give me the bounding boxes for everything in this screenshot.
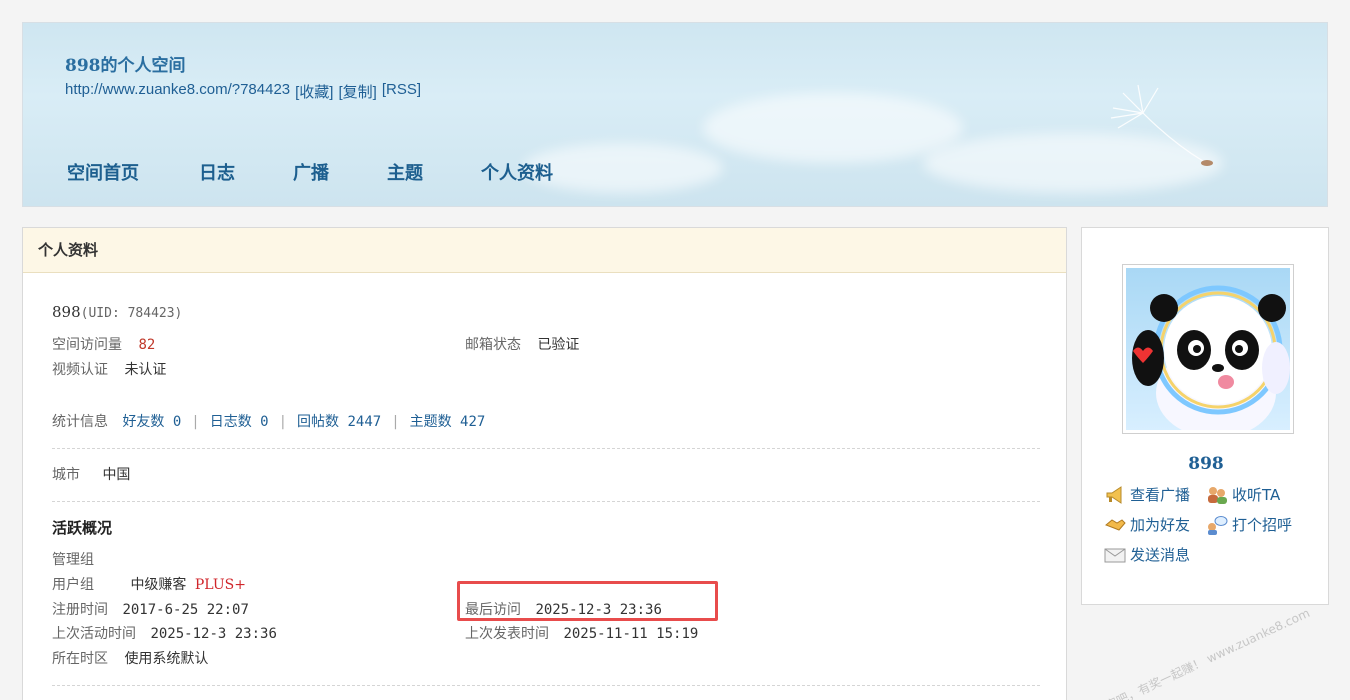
say-hello-action[interactable]: 打个招呼 [1206,514,1292,535]
profile-panel: 个人资料 898(UID: 784423) 空间访问量 82 邮箱状态 已验证 … [22,227,1067,700]
section-divider [52,448,1040,449]
nav-space-home[interactable]: 空间首页 [67,159,139,185]
users-follow-icon [1206,485,1228,505]
sidebar-username[interactable]: 898 [1082,454,1330,474]
rss-link[interactable]: [RSS] [382,81,421,102]
email-value: 已验证 [537,337,580,353]
user-group-row: 用户组 中级赚客 PLUS+ [52,574,246,594]
stats-row: 统计信息 好友数 0 | 日志数 0 | 回帖数 2447 | 主题数 427 [52,411,485,431]
city-row: 城市 中国 [52,464,130,484]
nav-profile[interactable]: 个人资料 [481,159,553,185]
user-group-label: 用户组 [52,577,94,593]
city-label: 城市 [52,467,80,483]
copy-link[interactable]: [复制] [338,81,376,102]
reg-time-value: 2017-6-25 22:07 [122,602,249,618]
cloud-decoration [523,143,723,193]
visits-label: 空间访问量 [52,337,122,353]
follow-action[interactable]: 收听TA [1206,484,1280,505]
avatar-image [1126,268,1290,430]
admin-group-label: 管理组 [52,552,94,568]
last-active-label: 上次活动时间 [52,626,136,642]
threads-count-link[interactable]: 主题数 427 [410,414,486,430]
section-divider [52,501,1040,502]
reg-time-label: 注册时间 [52,602,108,618]
view-broadcast-action[interactable]: 查看广播 [1104,484,1190,505]
timezone-label: 所在时区 [52,651,108,667]
divider: | [391,414,400,430]
timezone-row: 所在时区 使用系统默认 [52,648,208,668]
site-watermark: 赚客吧，有奖一起赚！ www.zuanke8.com [1092,605,1313,700]
envelope-icon [1104,545,1126,565]
follow-label: 收听TA [1232,486,1281,504]
space-nav: 空间首页 日志 广播 主题 个人资料 [67,159,553,185]
visits-value: 82 [138,337,156,353]
space-header-banner: 898的个人空间 http://www.zuanke8.com/?784423 … [22,22,1328,207]
email-row: 邮箱状态 已验证 [465,334,579,354]
avatar[interactable] [1122,264,1294,434]
user-group-value[interactable]: 中级赚客 [130,577,186,593]
nav-blog[interactable]: 日志 [199,159,235,185]
email-label: 邮箱状态 [465,337,521,353]
activity-title: 活跃概况 [52,519,113,537]
video-value: 未认证 [124,362,167,378]
blogs-count-link[interactable]: 日志数 0 [210,414,269,430]
video-row: 视频认证 未认证 [52,359,166,379]
space-title: 898的个人空间 [65,56,186,76]
reg-time-row: 注册时间 2017-6-25 22:07 [52,599,249,619]
space-url-line: http://www.zuanke8.com/?784423 [收藏] [复制]… [65,81,421,102]
replies-count-link[interactable]: 回帖数 2447 [297,414,381,430]
say-hello-label: 打个招呼 [1232,516,1293,534]
megaphone-icon [1104,485,1126,505]
stats-label: 统计信息 [52,414,108,430]
cloud-decoration [703,93,963,163]
user-identity: 898(UID: 784423) [52,303,182,321]
divider: | [278,414,288,430]
add-friend-action[interactable]: 加为好友 [1104,514,1190,535]
favorite-link[interactable]: [收藏] [295,81,333,102]
view-broadcast-label: 查看广播 [1130,486,1191,504]
city-value: 中国 [102,467,131,483]
profile-panel-title: 个人资料 [23,228,1066,273]
handshake-icon [1104,515,1126,535]
last-active-value: 2025-12-3 23:36 [150,626,277,642]
user-uid: (UID: 784423) [80,306,183,321]
add-friend-label: 加为好友 [1130,516,1191,534]
send-message-label: 发送消息 [1130,546,1191,564]
send-message-action[interactable]: 发送消息 [1104,544,1190,565]
last-post-value: 2025-11-11 15:19 [563,626,699,642]
visits-row: 空间访问量 82 [52,334,155,354]
nav-broadcast[interactable]: 广播 [293,159,329,185]
panda-avatar-illustration [1132,285,1290,430]
last-post-label: 上次发表时间 [465,626,549,642]
last-active-row: 上次活动时间 2025-12-3 23:36 [52,623,277,643]
dandelion-decoration [1110,84,1213,166]
timezone-value: 使用系统默认 [124,651,209,667]
nav-threads[interactable]: 主题 [387,159,423,185]
user-name: 898 [52,303,81,321]
greet-bubble-icon [1206,515,1228,535]
user-sidebar: 898 查看广播 收听TA 加为好友 打个招呼 发送消息 [1081,227,1329,605]
plus-badge: PLUS+ [194,577,246,593]
section-divider [52,685,1040,686]
divider: | [191,414,200,430]
last-post-row: 上次发表时间 2025-11-11 15:19 [465,623,698,643]
video-label: 视频认证 [52,362,108,378]
last-visit-highlight [457,581,718,621]
friends-count-link[interactable]: 好友数 0 [122,414,181,430]
space-url-link[interactable]: http://www.zuanke8.com/?784423 [65,81,290,102]
